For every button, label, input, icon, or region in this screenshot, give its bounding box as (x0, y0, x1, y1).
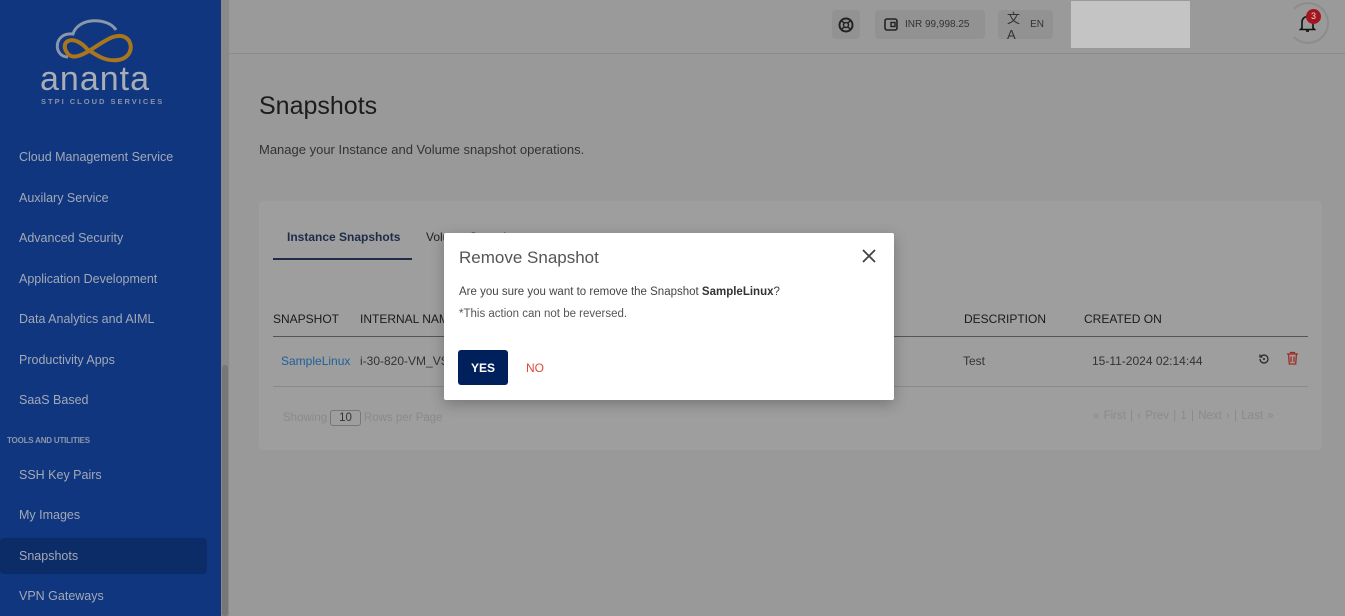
sidebar-item-ssh-keys[interactable]: SSH Key Pairs (0, 457, 207, 493)
sidebar-item-cloud-management[interactable]: Cloud Management Service (0, 139, 207, 175)
sidebar-scrollbar-thumb[interactable] (222, 365, 228, 616)
dialog-target-name: SampleLinux (701, 286, 774, 298)
sidebar-item-snapshots[interactable]: Snapshots (0, 538, 207, 574)
trash-icon[interactable] (1286, 351, 1299, 365)
sidebar-item-auxilary[interactable]: Auxilary Service (0, 180, 207, 216)
sidebar-item-app-development[interactable]: Application Development (0, 261, 207, 297)
prev-page-link[interactable]: ‹ Prev (1137, 410, 1169, 422)
snapshot-name-link[interactable]: SampleLinux (281, 354, 350, 368)
dialog-message: Are you sure you want to remove the Snap… (459, 286, 780, 298)
support-button[interactable] (832, 10, 860, 39)
user-profile-area[interactable] (1071, 1, 1190, 48)
sidebar-section-title: TOOLS AND UTILITIES (7, 436, 90, 445)
balance-text: INR 99,998.25 (905, 19, 970, 30)
remove-snapshot-dialog: Remove Snapshot Are you sure you want to… (444, 233, 894, 400)
sidebar-item-vpn-gateways[interactable]: VPN Gateways (0, 578, 207, 614)
current-page: | 1 | (1173, 410, 1194, 422)
wallet-balance-button[interactable]: INR 99,998.25 (875, 10, 985, 39)
notification-badge: 3 (1306, 9, 1321, 24)
translate-icon: 文A (1007, 10, 1021, 42)
dialog-title: Remove Snapshot (459, 248, 599, 267)
brand-name: ananta (40, 60, 150, 98)
language-button[interactable]: 文A EN (998, 10, 1053, 42)
close-icon[interactable] (860, 247, 878, 265)
last-page-link[interactable]: Last » (1241, 410, 1273, 422)
page-title: Snapshots (259, 92, 378, 120)
sidebar-item-productivity[interactable]: Productivity Apps (0, 342, 207, 378)
next-page-link[interactable]: Next › (1198, 410, 1230, 422)
wallet-icon (884, 18, 898, 31)
page-subtitle: Manage your Instance and Volume snapshot… (259, 142, 585, 157)
sidebar: ananta STPI CLOUD SERVICES Cloud Managem… (0, 0, 221, 616)
rows-per-page-label: Rows per Page (363, 412, 443, 424)
pagination: « First | ‹ Prev | 1 | Next › | Last » (1093, 410, 1274, 422)
sidebar-item-data-analytics[interactable]: Data Analytics and AIML (0, 301, 207, 337)
sidebar-item-saas[interactable]: SaaS Based (0, 382, 207, 418)
sidebar-item-my-images[interactable]: My Images (0, 497, 207, 533)
rows-per-page-select[interactable]: 10 (330, 410, 361, 426)
column-header-snapshot: SNAPSHOT (273, 312, 340, 326)
no-button[interactable]: NO (526, 350, 544, 385)
column-header-internal-name: INTERNAL NAME (360, 312, 457, 326)
created-on-cell: 15-11-2024 02:14:44 (1092, 354, 1203, 368)
first-page-link[interactable]: « First (1093, 410, 1126, 422)
active-tab-indicator (273, 258, 412, 260)
pagination-separator: | (1130, 410, 1134, 422)
column-header-created-on: CREATED ON (1084, 312, 1162, 326)
tab-instance-snapshots[interactable]: Instance Snapshots (287, 230, 400, 244)
internal-name-cell: i-30-820-VM_VS (360, 354, 449, 368)
pagination-separator: | (1234, 410, 1238, 422)
sidebar-item-advanced-security[interactable]: Advanced Security (0, 220, 207, 256)
dialog-message-text: Are you sure you want to remove the Snap… (459, 286, 702, 298)
language-text: EN (1030, 19, 1044, 30)
dialog-message-end: ? (773, 286, 780, 298)
brand-tagline: STPI CLOUD SERVICES (41, 97, 165, 106)
restore-icon[interactable] (1258, 353, 1270, 365)
column-header-description: DESCRIPTION (964, 312, 1047, 326)
lifebuoy-icon (838, 17, 854, 32)
rows-per-page: Showing 10 Rows per Page (283, 410, 443, 426)
showing-label: Showing (283, 412, 328, 424)
yes-button[interactable]: YES (458, 350, 508, 385)
description-cell: Test (963, 354, 986, 368)
dialog-warning-note: *This action can not be reversed. (459, 308, 628, 320)
